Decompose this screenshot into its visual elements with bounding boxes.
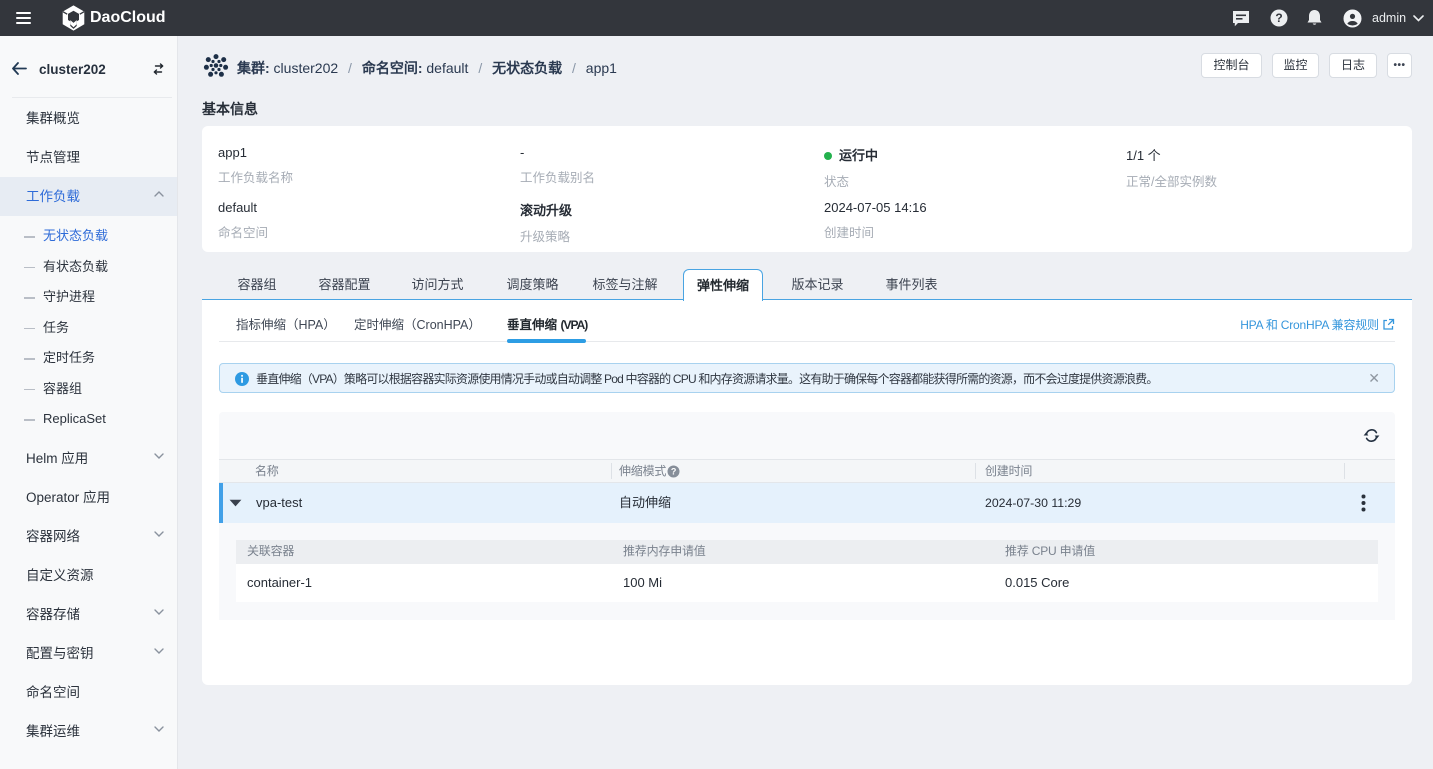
svg-text:?: ?	[1275, 11, 1282, 25]
svg-text:?: ?	[671, 467, 676, 477]
